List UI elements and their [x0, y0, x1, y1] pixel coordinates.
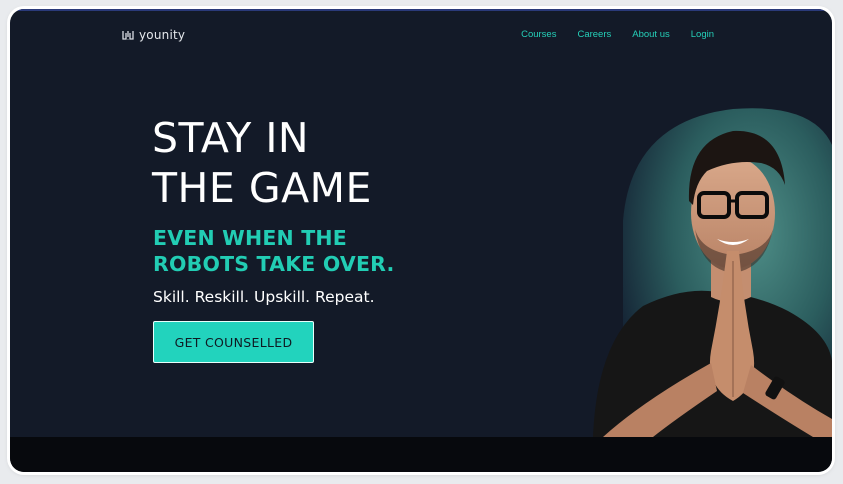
- nav-courses[interactable]: Courses: [521, 29, 556, 40]
- brand-name: younity: [139, 28, 186, 42]
- get-counselled-button[interactable]: GET COUNSELLED: [153, 321, 314, 363]
- nav-careers[interactable]: Careers: [577, 29, 611, 40]
- hero-subtitle-line-1: EVEN WHEN THE: [153, 226, 347, 250]
- nav-login[interactable]: Login: [691, 29, 714, 40]
- browser-frame: younity Courses Careers About us Login S…: [10, 9, 832, 472]
- hero-title-line-1: STAY IN: [152, 114, 310, 162]
- nav-about-us[interactable]: About us: [632, 29, 670, 40]
- bottom-section-strip: [10, 437, 832, 472]
- hero-subtitle-line-2: ROBOTS TAKE OVER.: [153, 252, 395, 276]
- brand-logo[interactable]: younity: [122, 28, 185, 42]
- younity-logo-icon: [122, 29, 134, 41]
- hero-tagline: Skill. Reskill. Upskill. Repeat.: [153, 288, 375, 306]
- hero-title-line-2: THE GAME: [152, 164, 372, 212]
- hero-title: STAY IN THE GAME: [152, 113, 372, 213]
- main-nav: Courses Careers About us Login: [521, 29, 714, 40]
- top-border: [10, 9, 832, 11]
- hero-presenter-image: [583, 101, 832, 437]
- hero-subtitle: EVEN WHEN THE ROBOTS TAKE OVER.: [153, 225, 395, 277]
